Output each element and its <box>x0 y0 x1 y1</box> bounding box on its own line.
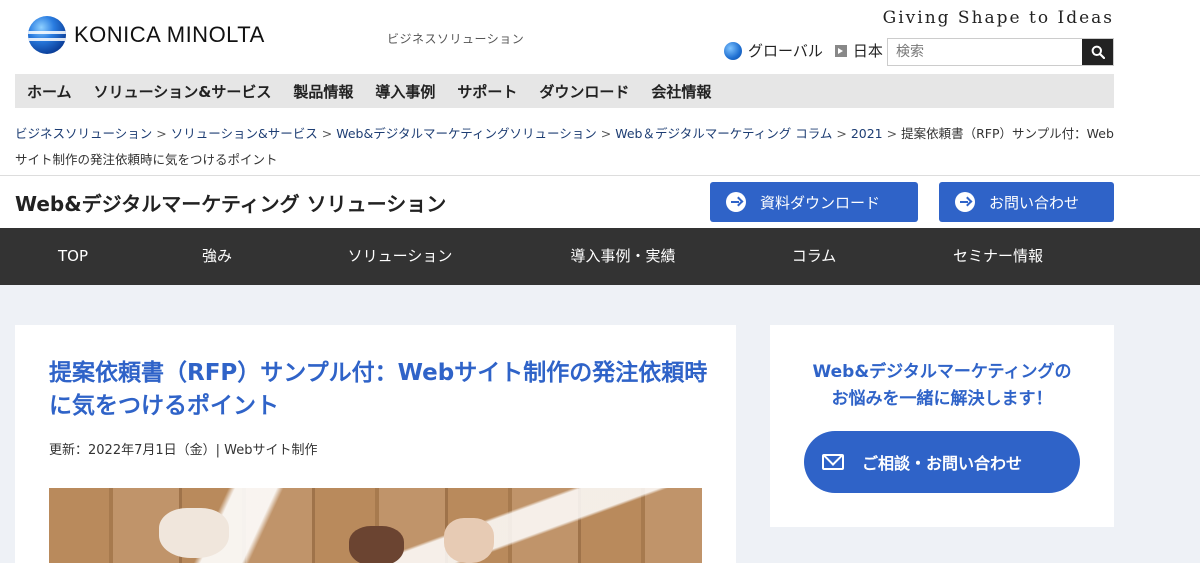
globe-icon <box>724 41 742 60</box>
breadcrumb-link[interactable]: ビジネスソリューション <box>15 126 152 141</box>
breadcrumb: ビジネスソリューション > ソリューション&サービス > Web&デジタルマーケティング… <box>15 121 1115 173</box>
breadcrumb-link[interactable]: ソリューション&サービス <box>171 126 318 141</box>
article-meta: 更新：2022年7月1日（金）| Webサイト制作 <box>49 443 318 458</box>
breadcrumb-link[interactable]: Web＆デジタルマーケティング コラム <box>615 126 832 141</box>
breadcrumb-link[interactable]: Web&デジタルマーケティングソリューション <box>336 126 597 141</box>
download-button-label: 資料ダウンロード <box>760 193 881 212</box>
global-nav-support[interactable]: サポート <box>457 81 517 102</box>
breadcrumb-separator: > <box>156 126 167 141</box>
global-nav-products[interactable]: 製品情報 <box>293 81 353 102</box>
logo-text: KONICA MINOLTA <box>74 22 265 47</box>
section-title[interactable]: Web&デジタルマーケティング ソリューション <box>15 188 446 217</box>
article-card: 提案依頼書（RFP）サンプル付：Webサイト制作の発注依頼時に気をつけるポイント… <box>15 325 736 563</box>
global-nav-download[interactable]: ダウンロード <box>539 81 629 102</box>
arrow-right-circle-icon <box>726 192 746 212</box>
header-subtitle: ビジネスソリューション <box>387 32 525 46</box>
breadcrumb-separator: > <box>836 126 847 141</box>
search-input[interactable] <box>888 39 1082 65</box>
global-nav-solutions[interactable]: ソリューション&サービス <box>94 81 272 102</box>
region-links: グローバル 日本 <box>724 40 883 61</box>
sidebar-heading-line: Web&デジタルマーケティングの <box>812 362 1072 382</box>
tagline: Giving Shape to Ideas <box>882 8 1114 28</box>
arrow-right-circle-icon <box>955 192 975 212</box>
download-button[interactable]: 資料ダウンロード <box>710 182 918 222</box>
breadcrumb-separator: > <box>886 126 898 141</box>
sub-nav-case-studies[interactable]: 導入事例・実績 <box>570 228 675 285</box>
site-header: KONICA MINOLTA ビジネスソリューション Giving Shape … <box>0 0 1200 72</box>
consult-button-label: ご相談・お問い合わせ <box>862 454 1023 473</box>
search-box <box>887 38 1114 66</box>
sub-nav: TOP 強み ソリューション 導入事例・実績 コラム セミナー情報 <box>0 228 1200 285</box>
consult-button[interactable]: ご相談・お問い合わせ <box>804 431 1080 493</box>
sub-nav-seminar[interactable]: セミナー情報 <box>953 228 1043 285</box>
hand-shape <box>444 518 494 563</box>
hand-shape <box>349 526 404 563</box>
konica-minolta-logo[interactable]: KONICA MINOLTA <box>28 16 265 54</box>
article-hero-image <box>49 488 702 563</box>
arrow-square-icon <box>834 44 847 57</box>
search-icon <box>1091 45 1105 59</box>
sub-nav-strengths[interactable]: 強み <box>202 228 232 285</box>
sidebar-cta-card: Web&デジタルマーケティングの お悩みを一緒に解決します！ ご相談・お問い合わ… <box>770 325 1114 527</box>
search-button[interactable] <box>1082 39 1113 65</box>
global-nav-cases[interactable]: 導入事例 <box>375 81 435 102</box>
contact-button-label: お問い合わせ <box>989 193 1080 212</box>
japan-link[interactable]: 日本 <box>853 40 883 61</box>
hand-shape <box>159 508 229 558</box>
sidebar-heading: Web&デジタルマーケティングの お悩みを一緒に解決します！ <box>770 359 1114 413</box>
breadcrumb-separator: > <box>321 126 333 141</box>
sub-nav-column[interactable]: コラム <box>792 228 837 285</box>
global-nav-home[interactable]: ホーム <box>27 81 72 102</box>
breadcrumb-separator: > <box>600 126 612 141</box>
sidebar-heading-line: お悩みを一緒に解決します！ <box>831 389 1053 409</box>
header-divider <box>0 175 1200 176</box>
sub-nav-solutions[interactable]: ソリューション <box>348 228 453 285</box>
article-title: 提案依頼書（RFP）サンプル付：Webサイト制作の発注依頼時に気をつけるポイント <box>49 360 708 419</box>
mail-icon <box>822 454 844 470</box>
sub-nav-top[interactable]: TOP <box>58 228 88 285</box>
breadcrumb-link[interactable]: 2021 <box>851 126 883 141</box>
contact-button[interactable]: お問い合わせ <box>939 182 1114 222</box>
global-nav: ホーム ソリューション&サービス 製品情報 導入事例 サポート ダウンロード 会… <box>15 74 1114 108</box>
logo-globe-icon <box>28 16 66 54</box>
global-nav-company[interactable]: 会社情報 <box>651 81 711 102</box>
global-link[interactable]: グローバル <box>748 40 823 61</box>
